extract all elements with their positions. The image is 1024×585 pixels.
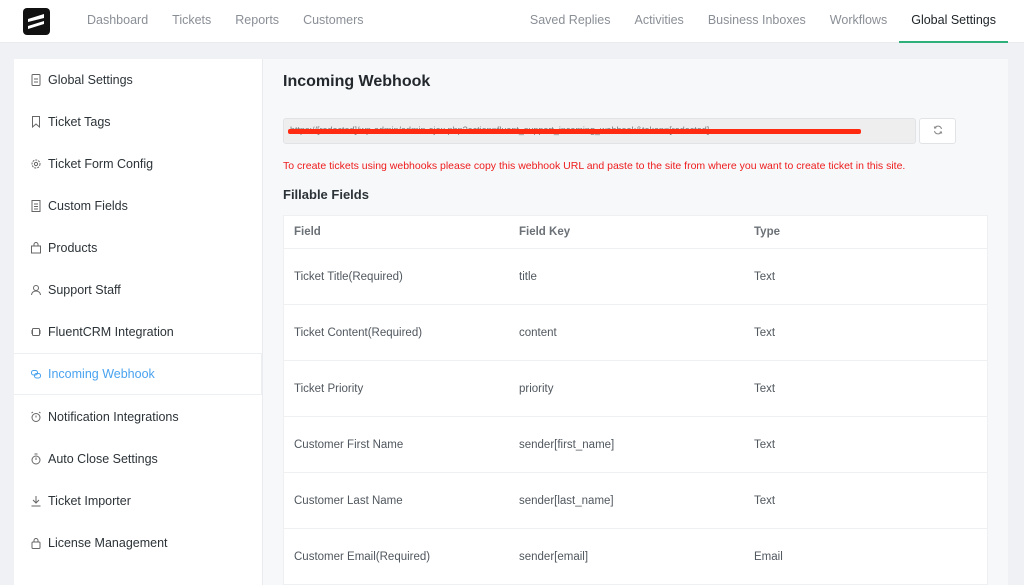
nav-workflows[interactable]: Workflows	[830, 0, 887, 43]
sidebar-item-label: Custom Fields	[48, 199, 128, 213]
nav-business-inboxes[interactable]: Business Inboxes	[708, 0, 806, 43]
regenerate-webhook-button[interactable]	[919, 118, 956, 144]
column-header-type: Type	[754, 226, 780, 238]
nav-activities[interactable]: Activities	[634, 0, 683, 43]
list-document-icon	[31, 200, 41, 212]
sidebar-item-label: Products	[48, 241, 98, 255]
cell-type: Text	[754, 270, 776, 283]
sidebar-item-products[interactable]: Products	[14, 227, 262, 269]
redaction-mark	[288, 129, 861, 134]
cell-type: Email	[754, 550, 783, 563]
sidebar-item-label: Global Settings	[48, 73, 133, 87]
cell-field: Ticket Content(Required)	[294, 326, 423, 339]
cell-field-key: sender[email]	[519, 550, 589, 563]
link-icon	[31, 368, 41, 380]
cell-field-key: title	[519, 270, 537, 283]
main-nav-right: Saved Replies Activities Business Inboxe…	[530, 0, 1008, 43]
right-gutter	[1008, 59, 1024, 585]
timer-icon	[31, 453, 41, 465]
main-nav-left: Dashboard Tickets Reports Customers	[87, 0, 388, 43]
sidebar-item-custom-fields[interactable]: Custom Fields	[14, 185, 262, 227]
nav-global-settings[interactable]: Global Settings	[899, 0, 1008, 43]
user-icon	[31, 284, 41, 296]
sidebar-item-fluentcrm-integration[interactable]: FluentCRM Integration	[14, 311, 262, 353]
incoming-webhook-panel: Incoming Webhook https://[redacted]/wp-a…	[263, 59, 1008, 585]
cell-field-key: content	[519, 326, 557, 339]
cpu-icon	[31, 326, 41, 338]
download-icon	[31, 495, 41, 507]
sidebar-item-global-settings[interactable]: Global Settings	[14, 59, 262, 101]
fillable-fields-table: Field Field Key Type Ticket Title(Requir…	[283, 215, 988, 585]
table-row: Ticket Priority priority Text	[284, 360, 987, 416]
table-row: Ticket Title(Required) title Text	[284, 248, 987, 304]
column-header-field-key: Field Key	[519, 226, 571, 238]
webhook-hint-text: To create tickets using webhooks please …	[283, 160, 906, 172]
nav-reports[interactable]: Reports	[235, 0, 279, 43]
sidebar-item-auto-close-settings[interactable]: Auto Close Settings	[14, 438, 262, 480]
fluent-support-logo[interactable]	[23, 8, 50, 35]
cell-type: Text	[754, 326, 776, 339]
sidebar-item-ticket-tags[interactable]: Ticket Tags	[14, 101, 262, 143]
cell-field: Customer Email(Required)	[294, 550, 431, 563]
lock-icon	[31, 537, 41, 549]
fillable-fields-title: Fillable Fields	[283, 187, 369, 202]
refresh-icon	[933, 122, 943, 140]
cell-type: Text	[754, 494, 776, 507]
cell-field: Customer First Name	[294, 438, 404, 451]
nav-dashboard[interactable]: Dashboard	[87, 0, 148, 43]
sidebar-item-label: Notification Integrations	[48, 410, 179, 424]
shopping-bag-icon	[31, 242, 41, 254]
alarm-clock-icon	[31, 411, 41, 423]
settings-sidebar: Global Settings Ticket Tags Ticket Form …	[14, 59, 262, 585]
top-navbar: Dashboard Tickets Reports Customers Save…	[0, 0, 1024, 43]
nav-saved-replies[interactable]: Saved Replies	[530, 0, 611, 43]
sidebar-item-notification-integrations[interactable]: Notification Integrations	[14, 396, 262, 438]
nav-customers[interactable]: Customers	[303, 0, 363, 43]
cell-type: Text	[754, 438, 776, 451]
table-row: Customer Last Name sender[last_name] Tex…	[284, 472, 987, 528]
sidebar-item-label: Auto Close Settings	[48, 452, 158, 466]
sidebar-item-ticket-form-config[interactable]: Ticket Form Config	[14, 143, 262, 185]
cell-type: Text	[754, 382, 776, 395]
sidebar-item-label: License Management	[48, 536, 168, 550]
bookmark-icon	[31, 116, 41, 128]
sidebar-item-label: Ticket Tags	[48, 115, 111, 129]
sidebar-item-label: Support Staff	[48, 283, 121, 297]
cell-field-key: priority	[519, 382, 554, 395]
nav-tickets[interactable]: Tickets	[172, 0, 211, 43]
cell-field-key: sender[last_name]	[519, 494, 614, 507]
sidebar-item-label: FluentCRM Integration	[48, 325, 174, 339]
sidebar-item-license-management[interactable]: License Management	[14, 522, 262, 564]
sidebar-item-label: Ticket Form Config	[48, 157, 154, 171]
gear-icon	[31, 158, 41, 170]
sidebar-item-label: Ticket Importer	[48, 494, 131, 508]
table-row: Ticket Content(Required) content Text	[284, 304, 987, 360]
table-row: Customer Email(Required) sender[email] E…	[284, 528, 987, 584]
page-title: Incoming Webhook	[283, 73, 431, 90]
sidebar-item-incoming-webhook[interactable]: Incoming Webhook	[14, 353, 262, 395]
column-header-field: Field	[294, 226, 321, 238]
table-row: Customer First Name sender[first_name] T…	[284, 416, 987, 472]
sidebar-item-label: Incoming Webhook	[48, 367, 155, 381]
sidebar-item-ticket-importer[interactable]: Ticket Importer	[14, 480, 262, 522]
document-icon	[31, 74, 41, 86]
cell-field: Ticket Title(Required)	[294, 270, 403, 283]
sidebar-item-support-staff[interactable]: Support Staff	[14, 269, 262, 311]
cell-field-key: sender[first_name]	[519, 438, 615, 451]
cell-field: Customer Last Name	[294, 494, 403, 507]
cell-field: Ticket Priority	[294, 382, 364, 395]
webhook-url-field[interactable]: https://[redacted]/wp-admin/admin-ajax.p…	[283, 118, 916, 144]
table-header-row: Field Field Key Type	[284, 216, 987, 248]
